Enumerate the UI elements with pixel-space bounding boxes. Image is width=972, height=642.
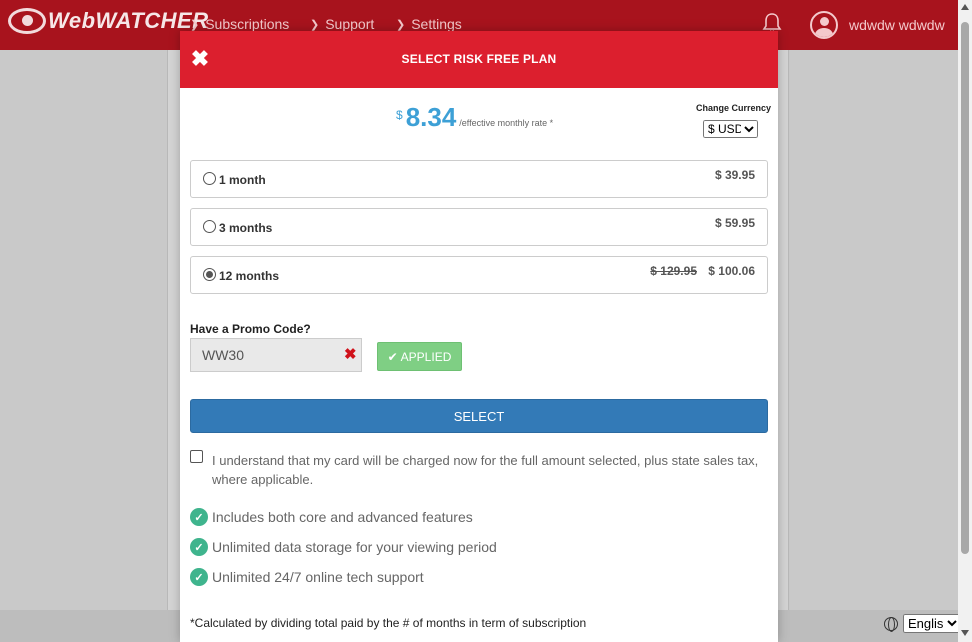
check-circle-icon: ✓: [190, 568, 208, 586]
scroll-down-icon[interactable]: [961, 630, 969, 636]
plan-price: $ 39.95: [714, 168, 755, 182]
scroll-thumb[interactable]: [961, 22, 969, 554]
promo-code-input[interactable]: [190, 338, 362, 372]
chevron-down-icon: ❯: [396, 18, 406, 31]
globe-icon: [884, 616, 898, 632]
effective-price: $ 8.34 /effective monthly rate *: [396, 103, 553, 131]
plan-old-price: $ 129.95: [650, 264, 697, 278]
price-note: /effective monthly rate *: [459, 118, 554, 128]
scroll-up-icon[interactable]: [961, 4, 969, 10]
feature-text: Unlimited data storage for your viewing …: [212, 539, 497, 555]
plan-label: 12 months: [219, 269, 280, 283]
eye-logo-icon: [8, 8, 46, 34]
select-plan-modal: ✖ SELECT RISK FREE PLAN $ 8.34 /effectiv…: [180, 31, 778, 642]
select-button-label: SELECT: [453, 408, 505, 424]
language-selector[interactable]: English: [884, 614, 961, 633]
chevron-down-icon: ❯: [190, 18, 200, 31]
language-select[interactable]: English: [903, 614, 961, 633]
plan-label: 3 months: [219, 221, 273, 235]
plan-option-12-months[interactable]: 12 months $ 129.95 $ 100.06: [190, 256, 768, 294]
plan-label: 1 month: [219, 173, 266, 187]
plan-option-3-months[interactable]: 3 months $ 59.95: [190, 208, 768, 246]
promo-code-label: Have a Promo Code?: [190, 322, 311, 336]
price-amount: 8.34: [405, 102, 457, 132]
check-circle-icon: ✓: [190, 538, 208, 556]
promo-applied-button[interactable]: ✔ APPLIED: [377, 342, 462, 371]
page-scrollbar[interactable]: [958, 0, 972, 642]
feature-text: Includes both core and advanced features: [212, 509, 473, 525]
agreement-checkbox[interactable]: [190, 450, 203, 463]
feature-item: ✓ Unlimited 24/7 online tech support: [190, 568, 424, 586]
modal-header: ✖ SELECT RISK FREE PLAN: [180, 31, 778, 88]
nav-settings[interactable]: ❯ Settings: [396, 16, 462, 32]
nav-subscriptions[interactable]: ❯ Subscriptions: [190, 16, 289, 32]
plan-option-1-month[interactable]: 1 month $ 39.95: [190, 160, 768, 198]
nav-support-label: Support: [325, 16, 375, 32]
nav-settings-label: Settings: [411, 16, 462, 32]
plan-radio[interactable]: [203, 220, 216, 233]
price-currency-symbol: $: [396, 108, 403, 122]
check-icon: ✔: [387, 349, 398, 364]
chevron-down-icon: ❯: [310, 18, 320, 31]
plan-price: $ 59.95: [714, 216, 755, 230]
currency-select[interactable]: $ USD: [703, 120, 758, 138]
check-circle-icon: ✓: [190, 508, 208, 526]
feature-text: Unlimited 24/7 online tech support: [212, 569, 424, 585]
feature-item: ✓ Includes both core and advanced featur…: [190, 508, 473, 526]
nav-support[interactable]: ❯ Support: [310, 16, 374, 32]
plan-radio[interactable]: [203, 172, 216, 185]
nav-subscriptions-label: Subscriptions: [205, 16, 290, 32]
avatar[interactable]: [810, 11, 838, 39]
agreement-text: I understand that my card will be charge…: [212, 453, 759, 487]
modal-title: SELECT RISK FREE PLAN: [401, 52, 557, 66]
applied-label: APPLIED: [400, 349, 452, 364]
username[interactable]: wdwdw wdwdw: [849, 17, 945, 33]
plan-price: $ 100.06: [708, 264, 755, 278]
footnote: *Calculated by dividing total paid by th…: [190, 616, 587, 630]
select-button[interactable]: SELECT: [190, 399, 768, 433]
change-currency-label: Change Currency: [696, 103, 772, 113]
webwatcher-logo[interactable]: WebWATCHER: [8, 8, 209, 34]
plan-radio[interactable]: [203, 268, 216, 281]
feature-item: ✓ Unlimited data storage for your viewin…: [190, 538, 497, 556]
clear-promo-icon[interactable]: ✖: [344, 347, 357, 362]
